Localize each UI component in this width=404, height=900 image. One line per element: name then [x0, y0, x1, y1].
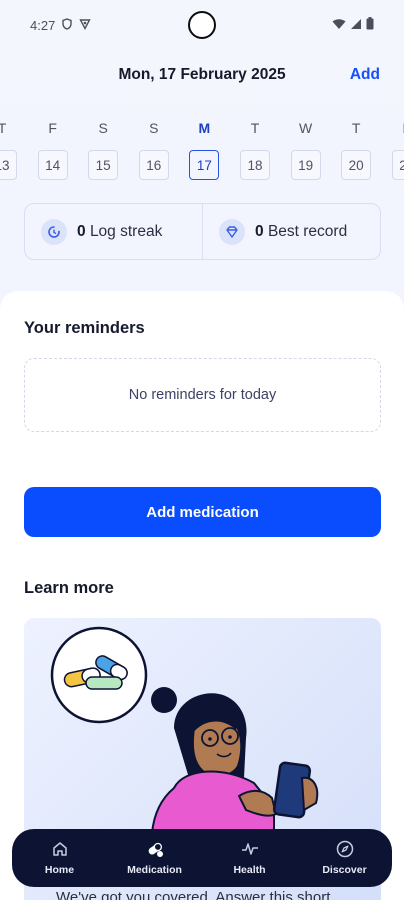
bottom-navigation: Home Medication Health Discover — [12, 829, 392, 887]
add-button[interactable]: Add — [350, 66, 380, 84]
wifi-icon — [332, 18, 346, 33]
day-19[interactable]: W 19 — [290, 120, 321, 180]
status-time: 4:27 — [30, 17, 56, 33]
nav-home-label: Home — [44, 864, 75, 876]
reminders-empty-state: No reminders for today — [24, 358, 381, 432]
log-streak-text: 0 Log streak — [77, 223, 162, 241]
best-record-text: 0 Best record — [255, 223, 347, 241]
home-icon — [52, 840, 68, 858]
day-number: 21 — [391, 150, 404, 180]
day-18[interactable]: T 18 — [240, 120, 270, 180]
vpn-icon — [79, 18, 91, 33]
day-letter: M — [198, 120, 211, 136]
nav-discover-label: Discover — [322, 864, 367, 876]
day-15[interactable]: S 15 — [88, 120, 119, 180]
diamond-icon — [219, 218, 245, 245]
status-right — [332, 17, 374, 33]
nav-health-label: Health — [233, 864, 266, 876]
nav-medication[interactable]: Medication — [115, 840, 195, 876]
reminders-title: Your reminders — [24, 319, 145, 337]
day-number: 19 — [290, 150, 321, 180]
day-number: 20 — [341, 150, 372, 180]
day-letter: T — [0, 120, 7, 136]
best-record-value: 0 — [255, 222, 264, 240]
learn-card-text: We've got you covered. Answer this short — [56, 889, 331, 900]
signal-icon — [350, 18, 362, 33]
week-strip: T 13 F 14 S 15 S 16 M 17 T 18 W 19 T 20 F 21 — [0, 120, 404, 186]
day-16[interactable]: S 16 — [138, 120, 169, 180]
battery-icon — [366, 17, 374, 33]
nav-discover[interactable]: Discover — [305, 840, 385, 876]
day-17[interactable]: M 17 — [189, 120, 220, 180]
day-letter: T — [250, 120, 260, 136]
pulse-icon — [241, 840, 259, 858]
add-medication-button[interactable]: Add medication — [24, 487, 381, 537]
header: Mon, 17 February 2025 Add — [0, 62, 404, 92]
log-streak-stat: 0 Log streak — [25, 204, 202, 259]
day-number: 13 — [0, 150, 17, 180]
nav-medication-label: Medication — [127, 864, 182, 876]
stats-card: 0 Log streak 0 Best record — [24, 203, 381, 260]
compass-icon — [336, 840, 354, 858]
day-21[interactable]: F 21 — [391, 120, 404, 180]
day-number: 16 — [138, 150, 169, 180]
selected-date: Mon, 17 February 2025 — [118, 66, 286, 83]
streak-icon — [41, 218, 67, 245]
day-number: 17 — [189, 150, 220, 180]
log-streak-label: Log streak — [89, 222, 163, 240]
learn-more-title: Learn more — [24, 579, 114, 597]
nav-health[interactable]: Health — [210, 840, 290, 876]
day-number: 18 — [240, 150, 270, 180]
best-record-stat: 0 Best record — [202, 204, 380, 259]
content-sheet: Your reminders No reminders for today Ad… — [0, 291, 404, 900]
day-letter: S — [149, 120, 159, 136]
day-number: 14 — [37, 150, 68, 180]
day-letter: T — [351, 120, 361, 136]
camera-cutout — [188, 11, 216, 39]
shield-icon — [61, 17, 73, 33]
day-letter: S — [98, 120, 108, 136]
day-20[interactable]: T 20 — [341, 120, 372, 180]
day-14[interactable]: F 14 — [37, 120, 68, 180]
day-number: 15 — [88, 150, 119, 180]
log-streak-value: 0 — [77, 222, 86, 240]
status-left: 4:27 — [30, 18, 91, 33]
pill-icon — [146, 840, 164, 858]
day-letter: F — [392, 120, 404, 138]
day-letter: F — [48, 120, 57, 136]
best-record-label: Best record — [267, 222, 348, 240]
reminders-empty-text: No reminders for today — [128, 387, 277, 403]
day-13[interactable]: T 13 — [0, 120, 17, 180]
nav-home[interactable]: Home — [20, 840, 100, 876]
day-letter: W — [298, 120, 313, 136]
medication-screen: 4:27 Mon, 17 February 2025 Add T 13 F 14 S 15 — [0, 0, 404, 900]
